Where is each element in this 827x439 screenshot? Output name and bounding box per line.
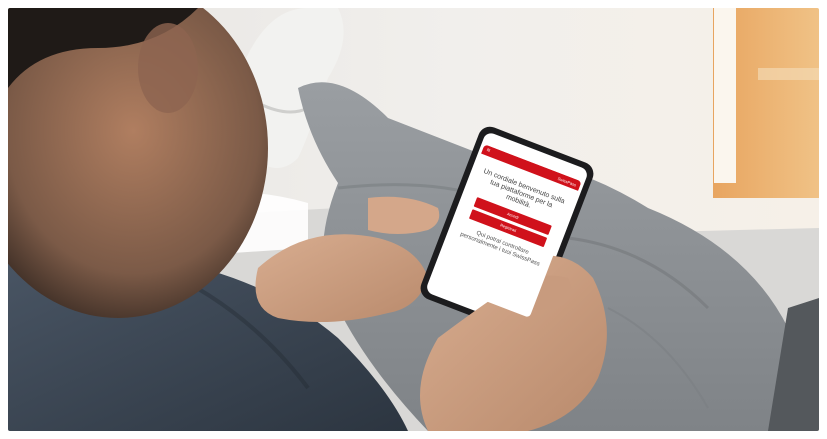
- hamburger-menu-icon[interactable]: ≡: [485, 148, 490, 155]
- photo: ≡ SwissPass Un cordiale benvenuto sulla …: [8, 8, 819, 431]
- ear: [138, 23, 198, 113]
- photo-scene: [8, 8, 819, 431]
- door-frame: [714, 8, 736, 183]
